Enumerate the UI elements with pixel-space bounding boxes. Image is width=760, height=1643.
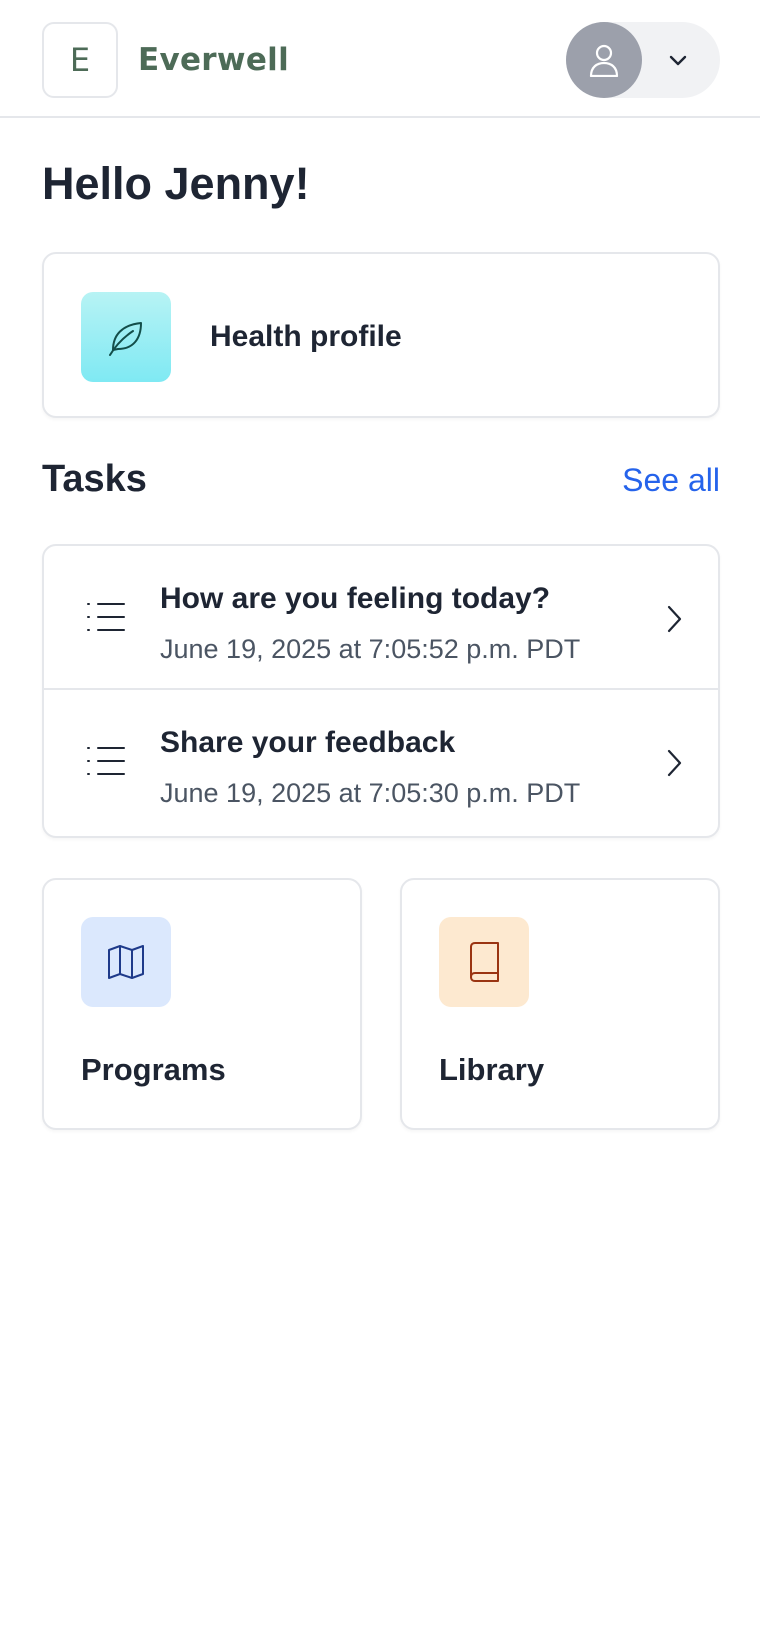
avatar[interactable]: [566, 22, 642, 98]
leaf-icon: [109, 322, 142, 356]
library-label: Library: [439, 1052, 545, 1087]
user-icon: [589, 44, 619, 77]
task-title: How are you feeling today?: [160, 582, 551, 615]
page-title: Hello Jenny!: [42, 158, 310, 209]
task-item[interactable]: Share your feedback June 19, 2025 at 7:0…: [44, 690, 718, 836]
chevron-right-icon: [667, 749, 682, 777]
library-icon-tile: [439, 917, 529, 1007]
map-icon: [108, 945, 144, 979]
task-title: Share your feedback: [160, 726, 456, 759]
library-card[interactable]: Library: [400, 878, 720, 1130]
health-profile-label: Health profile: [210, 320, 402, 353]
list-icon: [87, 747, 125, 775]
task-date: June 19, 2025 at 7:05:52 p.m. PDT: [160, 634, 581, 664]
task-item[interactable]: How are you feeling today? June 19, 2025…: [44, 546, 718, 690]
logo[interactable]: E: [42, 22, 118, 98]
see-all-link[interactable]: See all: [622, 462, 720, 499]
health-profile-icon-tile: [81, 292, 171, 382]
chevron-right-icon: [667, 605, 682, 633]
book-icon: [470, 942, 499, 982]
app-header: E Everwell: [0, 0, 760, 118]
task-date: June 19, 2025 at 7:05:30 p.m. PDT: [160, 778, 581, 808]
programs-card[interactable]: Programs: [42, 878, 362, 1130]
tasks-list: How are you feeling today? June 19, 2025…: [42, 544, 720, 838]
chevron-down-icon[interactable]: [666, 48, 690, 72]
tasks-heading: Tasks: [42, 458, 147, 500]
brand-name: Everwell: [138, 42, 290, 78]
programs-label: Programs: [81, 1052, 226, 1087]
health-profile-card[interactable]: Health profile: [42, 252, 720, 418]
logo-letter: E: [69, 41, 91, 79]
account-menu-button[interactable]: [566, 22, 720, 98]
programs-icon-tile: [81, 917, 171, 1007]
list-icon: [87, 603, 125, 631]
